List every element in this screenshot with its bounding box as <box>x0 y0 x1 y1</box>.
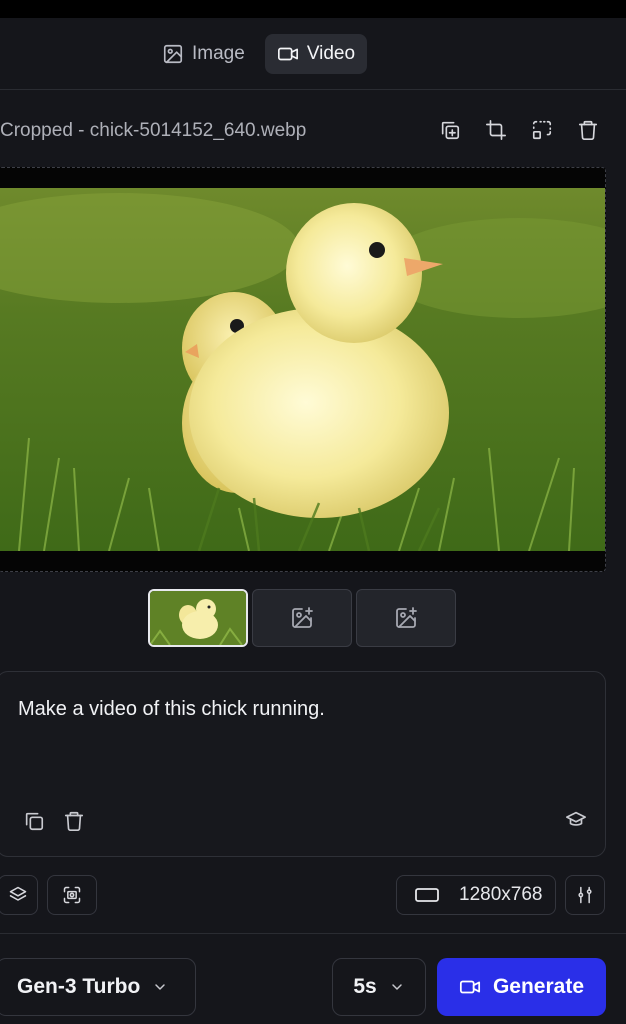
layers-icon <box>9 886 27 901</box>
graduation-cap-icon[interactable] <box>563 806 589 832</box>
footer-divider <box>0 933 626 934</box>
prompt-text[interactable]: Make a video of this chick running. <box>18 698 325 721</box>
file-tools <box>438 118 600 142</box>
generate-label: Generate <box>492 975 585 998</box>
thumbnail-add-1[interactable] <box>252 589 352 647</box>
focus-select-icon[interactable] <box>530 118 554 142</box>
model-select[interactable]: Gen-3 Turbo <box>0 958 196 1016</box>
layers-button[interactable] <box>0 875 38 915</box>
crop-icon[interactable] <box>484 118 508 142</box>
model-label: Gen-3 Turbo <box>17 975 141 998</box>
file-name: Cropped - chick-5014152_640.webp <box>0 120 307 141</box>
image-canvas[interactable] <box>0 167 606 572</box>
prompt-actions <box>21 808 87 834</box>
top-window-bar <box>0 0 626 18</box>
video-icon <box>459 980 481 994</box>
trash-icon[interactable] <box>576 118 600 142</box>
tab-image-label: Image <box>192 43 245 64</box>
copy-icon[interactable] <box>21 808 47 834</box>
settings-button[interactable] <box>565 875 605 915</box>
prompt-box[interactable]: Make a video of this chick running. <box>0 671 606 857</box>
duplicate-icon[interactable] <box>438 118 462 142</box>
image-icon <box>163 44 183 64</box>
options-row: 1280x768 <box>0 875 626 917</box>
chick-photo <box>0 188 605 551</box>
chick-thumbnail <box>150 591 246 645</box>
add-image-icon <box>396 607 417 628</box>
clear-prompt-icon[interactable] <box>61 808 87 834</box>
duration-select[interactable]: 5s <box>332 958 426 1016</box>
camera-control-button[interactable] <box>47 875 97 915</box>
camera-focus-icon <box>63 886 81 904</box>
thumbnail-add-2[interactable] <box>356 589 456 647</box>
resolution-label: 1280x768 <box>459 884 543 905</box>
aspect-ratio-icon <box>415 888 439 902</box>
add-image-icon <box>292 607 313 628</box>
mode-tabs: Image Video <box>150 34 368 74</box>
file-row: Cropped - chick-5014152_640.webp <box>0 118 626 146</box>
header-divider <box>0 89 626 90</box>
duration-label: 5s <box>353 975 377 998</box>
resolution-button[interactable]: 1280x768 <box>396 875 556 915</box>
chevron-down-icon <box>155 984 166 990</box>
thumbnail-selected[interactable] <box>148 589 248 647</box>
sliders-icon <box>578 886 592 904</box>
tab-video-label: Video <box>306 43 356 64</box>
bottom-row: Gen-3 Turbo 5s Generate <box>0 958 626 1016</box>
tab-video[interactable]: Video <box>264 34 368 74</box>
thumbnail-strip <box>148 589 456 647</box>
video-icon <box>277 47 298 61</box>
tab-image[interactable]: Image <box>150 34 257 74</box>
chevron-down-icon <box>391 984 402 990</box>
generate-button[interactable]: Generate <box>437 958 606 1016</box>
